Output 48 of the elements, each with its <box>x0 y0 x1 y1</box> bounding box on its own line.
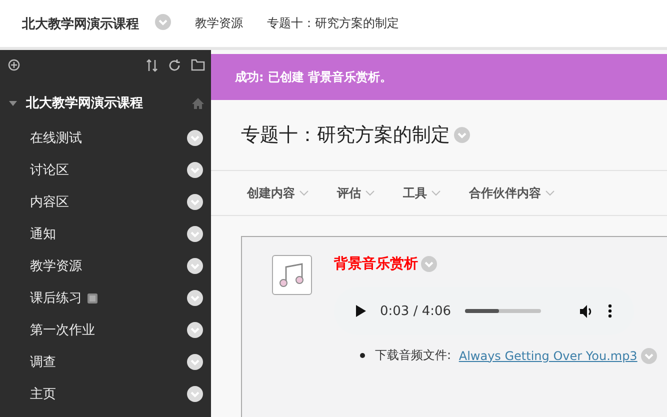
add-icon[interactable] <box>8 59 20 71</box>
item-menu-icon[interactable] <box>187 194 203 210</box>
caret-icon <box>545 190 555 196</box>
sidebar-item[interactable]: 通知 <box>0 218 211 250</box>
sidebar-item[interactable]: 主页 <box>0 378 211 410</box>
expand-icon[interactable] <box>8 98 18 108</box>
item-menu-icon[interactable] <box>187 258 203 274</box>
item-menu-icon[interactable] <box>187 290 203 306</box>
caret-icon <box>299 190 309 196</box>
sidebar-item[interactable]: 第一次作业 <box>0 314 211 346</box>
caret-icon <box>431 190 441 196</box>
course-name[interactable]: 北大教学网演示课程 <box>26 94 191 112</box>
download-label: 下载音频文件: <box>375 347 452 364</box>
action-menu-button[interactable]: 合作伙伴内容 <box>469 184 555 202</box>
course-title[interactable]: 北大教学网演示课程 <box>22 14 139 32</box>
action-menu-button[interactable]: 评估 <box>337 184 375 202</box>
home-icon[interactable] <box>191 96 205 110</box>
page-title: 专题十：研究方案的制定 <box>241 123 450 148</box>
music-note-icon <box>278 261 306 289</box>
volume-icon[interactable] <box>580 304 594 318</box>
more-options-icon[interactable] <box>608 304 612 318</box>
bullet-icon <box>360 353 365 358</box>
caret-icon <box>365 190 375 196</box>
audio-time: 0:03 / 4:06 <box>380 304 452 318</box>
sidebar-item[interactable]: 课后练习 <box>0 282 211 314</box>
breadcrumb-link[interactable]: 专题十：研究方案的制定 <box>267 15 399 32</box>
item-menu-icon[interactable] <box>187 130 203 146</box>
folder-icon[interactable] <box>191 59 205 71</box>
download-link[interactable]: Always Getting Over You.mp3 <box>458 348 638 362</box>
action-menu-button[interactable]: 工具 <box>403 184 441 202</box>
sidebar-item[interactable]: 在线测试 <box>0 122 211 154</box>
sidebar-item[interactable]: 调查 <box>0 346 211 378</box>
item-menu-icon[interactable] <box>187 226 203 242</box>
sort-icon[interactable] <box>146 58 158 72</box>
success-banner: 成功: 已创建 背景音乐赏析。 <box>211 54 667 100</box>
item-menu-icon[interactable] <box>187 162 203 178</box>
sidebar-item[interactable]: 内容区 <box>0 186 211 218</box>
progress-track[interactable] <box>465 309 542 313</box>
sidebar-item[interactable]: 教学资源 <box>0 250 211 282</box>
item-menu-icon[interactable] <box>187 322 203 338</box>
breadcrumb-link[interactable]: 教学资源 <box>195 15 243 32</box>
refresh-icon[interactable] <box>168 58 181 72</box>
play-icon[interactable] <box>356 305 366 317</box>
sidebar-item[interactable]: 讨论区 <box>0 154 211 186</box>
item-title-link[interactable]: 背景音乐赏析 <box>334 255 418 273</box>
action-menu-button[interactable]: 创建内容 <box>247 184 309 202</box>
item-menu-icon[interactable] <box>187 354 203 370</box>
item-menu-icon[interactable] <box>187 386 203 402</box>
